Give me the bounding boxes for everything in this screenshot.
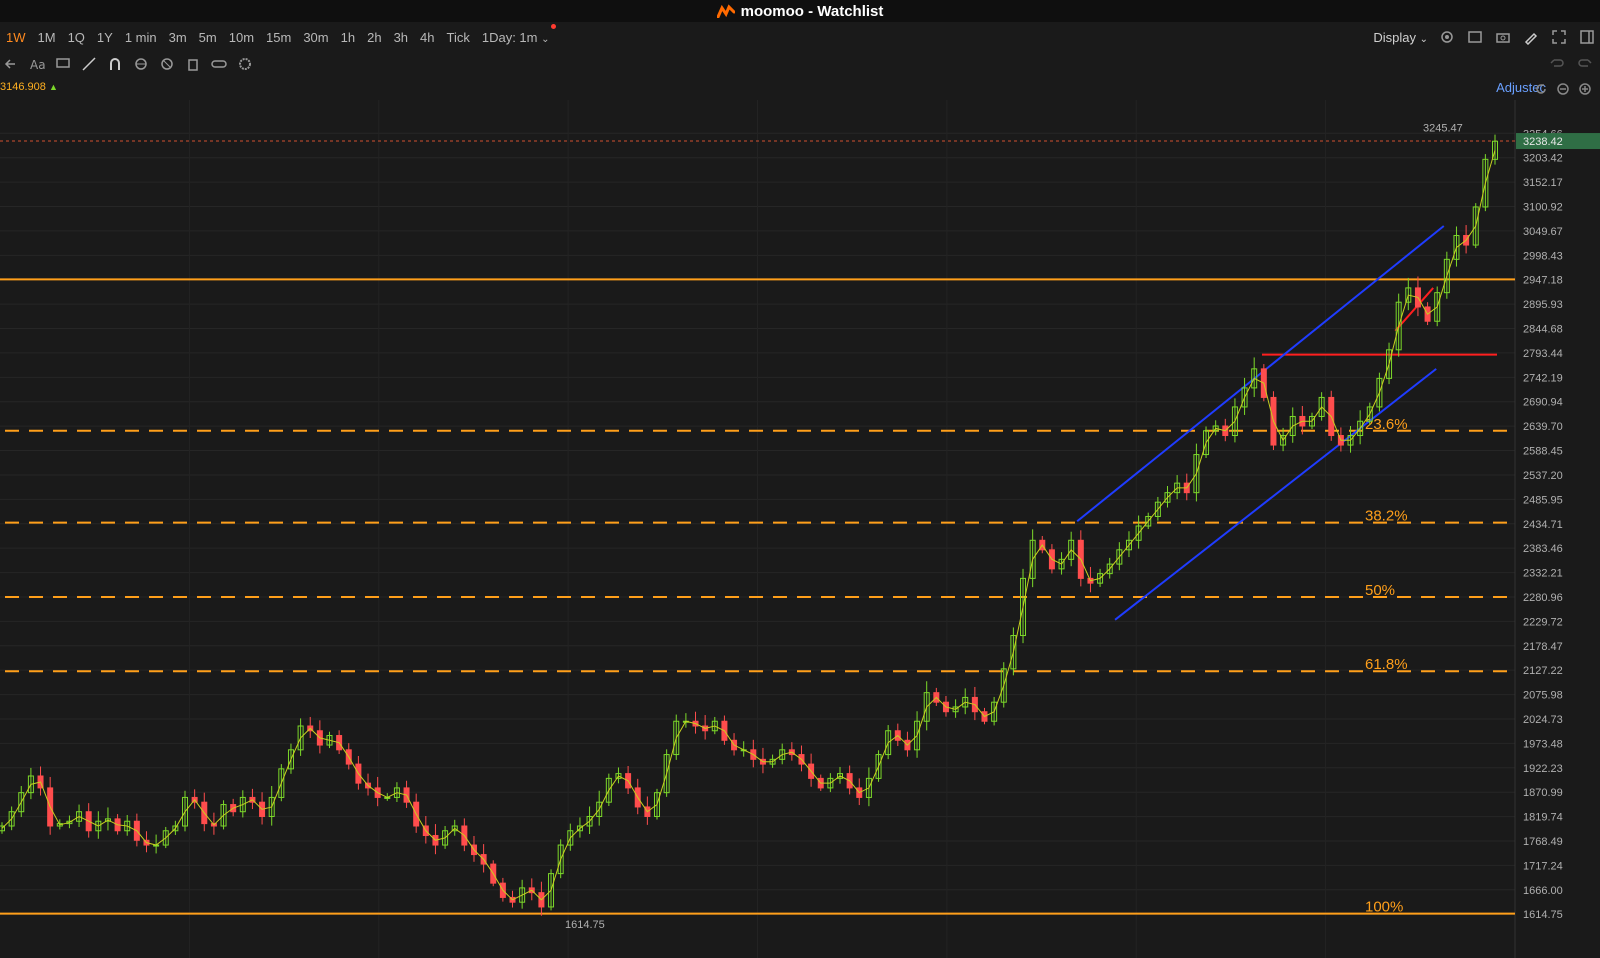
y-axis-tick-label: 1973.48 (1523, 738, 1563, 750)
fib-label: 50% (1365, 582, 1395, 599)
y-axis-tick-label: 2742.19 (1523, 372, 1563, 384)
zoom-out-icon[interactable] (1554, 80, 1572, 98)
y-axis-tick-label: 2485.95 (1523, 494, 1563, 506)
magnet-icon[interactable] (106, 55, 124, 73)
reset-icon[interactable] (1532, 80, 1550, 98)
price-readout-value: 3146.908 (0, 81, 46, 93)
fib-label: 61.8% (1365, 656, 1408, 673)
chart-tools: Display ⌄ (1373, 24, 1600, 50)
chart-infobar: 3146.908 ▲ Adjustec (0, 78, 1600, 98)
line-icon[interactable] (80, 55, 98, 73)
svg-text:Aa: Aa (30, 58, 45, 72)
tab-timeframe-tick[interactable]: Tick (441, 30, 476, 45)
y-axis-tick-label: 2690.94 (1523, 397, 1563, 409)
high-price-label: 3245.47 (1423, 123, 1463, 135)
tab-timeframe-custom[interactable]: 1Day: 1m ⌄ (476, 23, 556, 45)
y-axis-tick-label: 1870.99 (1523, 787, 1563, 799)
tab-timeframe-4h[interactable]: 4h (414, 30, 440, 45)
camera-icon[interactable] (1494, 28, 1512, 46)
y-axis-tick-label: 2178.47 (1523, 641, 1563, 653)
redo-icon[interactable] (1576, 54, 1594, 72)
y-axis-tick-label: 2075.98 (1523, 690, 1563, 702)
y-axis-tick-label: 2998.43 (1523, 250, 1563, 262)
price-chart[interactable]: 23.6%38.2%50%61.8%100%3254.663203.423152… (0, 100, 1600, 958)
y-axis-tick-label: 3203.42 (1523, 153, 1563, 165)
y-axis-tick-label: 2844.68 (1523, 324, 1563, 336)
notification-dot (550, 23, 556, 29)
link-icon[interactable] (210, 55, 228, 73)
y-axis-tick-label: 1922.23 (1523, 763, 1563, 775)
y-axis-tick-label: 1768.49 (1523, 836, 1563, 848)
y-axis-tick-label: 3049.67 (1523, 226, 1563, 238)
pen-icon[interactable] (1522, 28, 1540, 46)
y-axis-tick-label: 2947.18 (1523, 275, 1563, 287)
y-axis-tick-label: 1717.24 (1523, 860, 1563, 872)
y-axis-tick-label: 2895.93 (1523, 299, 1563, 311)
moving-average-line (1, 150, 1496, 901)
history-controls (1548, 54, 1594, 72)
tab-timeframe-15m[interactable]: 15m (260, 30, 297, 45)
y-axis-tick-label: 2127.22 (1523, 665, 1563, 677)
display-label: Display (1373, 29, 1416, 45)
y-axis-tick-label: 2434.71 (1523, 519, 1563, 531)
y-axis-tick-label: 2793.44 (1523, 348, 1563, 360)
y-axis-tick-label: 2383.46 (1523, 543, 1563, 555)
up-arrow-icon: ▲ (48, 82, 58, 92)
window-titlebar: moomoo - Watchlist (0, 0, 1600, 22)
fullscreen-icon[interactable] (1550, 28, 1568, 46)
y-axis-tick-label: 3100.92 (1523, 202, 1563, 214)
fib-label: 38.2% (1365, 508, 1408, 525)
tab-timeframe-3h[interactable]: 3h (388, 30, 414, 45)
tab-timeframe-3m[interactable]: 3m (163, 30, 193, 45)
tab-timeframe-5m[interactable]: 5m (193, 30, 223, 45)
drawing-toolbar: Aa (0, 52, 1600, 76)
timeframe-toolbar: 1W 1M 1Q 1Y 1 min 3m 5m 10m 15m 30m 1h 2… (0, 23, 1600, 50)
settings-icon[interactable] (1438, 28, 1456, 46)
tab-timeframe-1m[interactable]: 1M (32, 30, 62, 45)
text-icon[interactable]: Aa (28, 55, 46, 73)
sidebar-icon[interactable] (1578, 28, 1596, 46)
y-axis-tick-label: 2280.96 (1523, 592, 1563, 604)
tab-timeframe-1w[interactable]: 1W (0, 30, 32, 45)
low-price-label: 1614.75 (565, 919, 605, 931)
tab-timeframe-2h[interactable]: 2h (361, 30, 387, 45)
y-axis-tick-label: 2588.45 (1523, 446, 1563, 458)
tab-timeframe-1y[interactable]: 1Y (91, 30, 119, 45)
y-axis-tick-label: 1819.74 (1523, 812, 1563, 824)
chevron-down-icon: ⌄ (1419, 33, 1428, 45)
gear-icon[interactable] (236, 55, 254, 73)
layout-icon[interactable] (1466, 28, 1484, 46)
tab-timeframe-1h[interactable]: 1h (335, 30, 361, 45)
display-dropdown[interactable]: Display ⌄ (1373, 30, 1428, 45)
timeframe-custom-label: 1Day: 1m (481, 29, 538, 45)
tab-timeframe-1q[interactable]: 1Q (62, 30, 91, 45)
tab-timeframe-10m[interactable]: 10m (223, 30, 260, 45)
current-price-label: 3238.42 (1523, 136, 1563, 148)
y-axis-tick-label: 1614.75 (1523, 909, 1563, 921)
tab-timeframe-1min[interactable]: 1 min (119, 30, 163, 45)
y-axis-tick-label: 3152.17 (1523, 177, 1563, 189)
zoom-controls (1532, 80, 1594, 98)
y-axis-tick-label: 2229.72 (1523, 616, 1563, 628)
y-axis-tick-label: 2639.70 (1523, 421, 1563, 433)
chevron-icon: ⌄ (541, 33, 550, 45)
price-readout: 3146.908 ▲ (0, 81, 58, 93)
logo-icon (716, 4, 735, 18)
y-axis-tick-label: 2332.21 (1523, 568, 1563, 580)
lock-icon[interactable] (132, 55, 150, 73)
undo-icon[interactable] (1548, 54, 1566, 72)
y-axis-tick-label: 2537.20 (1523, 470, 1563, 482)
y-axis-tick-label: 2024.73 (1523, 714, 1563, 726)
hide-icon[interactable] (158, 55, 176, 73)
y-axis-tick-label: 1666.00 (1523, 885, 1563, 897)
comment-icon[interactable] (54, 55, 72, 73)
back-arrow-icon[interactable] (2, 55, 20, 73)
window-title: moomoo - Watchlist (740, 2, 884, 20)
trash-icon[interactable] (184, 55, 202, 73)
zoom-in-icon[interactable] (1576, 80, 1594, 98)
tab-timeframe-30m[interactable]: 30m (297, 30, 334, 45)
